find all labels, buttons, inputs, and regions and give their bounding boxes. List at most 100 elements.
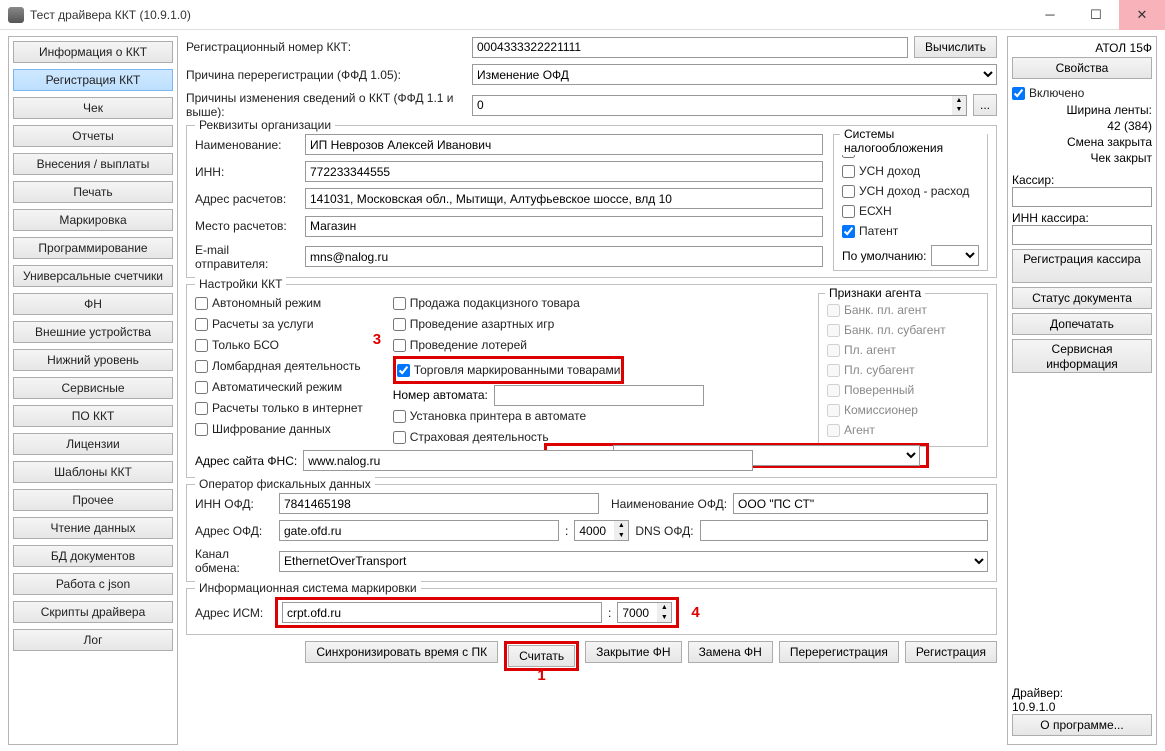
nav-item-0[interactable]: Информация о ККТ — [13, 41, 173, 63]
nav-item-5[interactable]: Печать — [13, 181, 173, 203]
ofd-port-spinner[interactable]: ▲▼ — [614, 520, 629, 541]
kkt-b-3[interactable]: Торговля маркированными товарами — [397, 360, 621, 380]
kkt-a-3[interactable]: Ломбардная деятельность — [195, 356, 363, 376]
nav-item-4[interactable]: Внесения / выплаты — [13, 153, 173, 175]
tax-option-4[interactable]: Патент — [842, 221, 979, 241]
reg-num-input[interactable] — [472, 37, 908, 58]
kkt-a-6[interactable]: Шифрование данных — [195, 419, 363, 439]
nav-item-11[interactable]: Нижний уровень — [13, 349, 173, 371]
tape-label: Ширина ленты: — [1012, 103, 1152, 117]
org-place-input[interactable] — [305, 216, 823, 237]
kkt-a-2[interactable]: Только БСО — [195, 335, 363, 355]
cashier-input[interactable] — [1012, 187, 1152, 207]
nav-item-9[interactable]: ФН — [13, 293, 173, 315]
org-inn-input[interactable] — [305, 161, 823, 182]
org-email-label: E-mail отправителя: — [195, 243, 305, 271]
read-button[interactable]: Считать — [508, 645, 575, 667]
ism-port-spinner[interactable]: ▲▼ — [657, 602, 672, 623]
kkt-b-0[interactable]: Продажа подакцизного товара — [393, 293, 704, 313]
cashier-inn-input[interactable] — [1012, 225, 1152, 245]
sync-time-button[interactable]: Синхронизировать время с ПК — [305, 641, 498, 663]
replace-fn-button[interactable]: Замена ФН — [688, 641, 773, 663]
ism-addr-input[interactable] — [282, 602, 602, 623]
tax-option-2[interactable]: УСН доход - расход — [842, 181, 979, 201]
ofd-addr-label: Адрес ОФД: — [195, 524, 273, 538]
nav-item-19[interactable]: Работа с json — [13, 573, 173, 595]
tax-option-3[interactable]: ЕСХН — [842, 201, 979, 221]
org-email-input[interactable] — [305, 246, 823, 267]
ofd-channel-select[interactable]: EthernetOverTransport — [279, 551, 988, 572]
org-inn-label: ИНН: — [195, 165, 305, 179]
automaton-number-input[interactable] — [494, 385, 704, 406]
tax-default-select[interactable] — [931, 245, 980, 266]
ofd-channel-label: Канал обмена: — [195, 547, 273, 575]
kkt-a-1[interactable]: Расчеты за услуги — [195, 314, 363, 334]
nav-item-15[interactable]: Шаблоны ККТ — [13, 461, 173, 483]
kkt-b-1[interactable]: Проведение азартных игр — [393, 314, 704, 334]
nav-item-13[interactable]: ПО ККТ — [13, 405, 173, 427]
close-fn-button[interactable]: Закрытие ФН — [585, 641, 681, 663]
nav-item-7[interactable]: Программирование — [13, 237, 173, 259]
ofd-addr-input[interactable] — [279, 520, 559, 541]
kkt-a-5[interactable]: Расчеты только в интернет — [195, 398, 363, 418]
nav-item-3[interactable]: Отчеты — [13, 125, 173, 147]
ofd-dns-input[interactable] — [700, 520, 988, 541]
nav-item-8[interactable]: Универсальные счетчики — [13, 265, 173, 287]
doc-status-button[interactable]: Статус документа — [1012, 287, 1152, 309]
reg-cashier-button[interactable]: Регистрация кассира — [1012, 249, 1152, 283]
ofd-name-label: Наименование ОФД: — [611, 497, 727, 511]
reg-button[interactable]: Регистрация — [905, 641, 997, 663]
ofd-inn-input[interactable] — [279, 493, 599, 514]
window-title: Тест драйвера ККТ (10.9.1.0) — [30, 8, 1027, 22]
app-icon — [8, 7, 24, 23]
properties-button[interactable]: Свойства — [1012, 57, 1152, 79]
rereg-button[interactable]: Перерегистрация — [779, 641, 899, 663]
fns-input[interactable] — [303, 450, 753, 471]
ism-port-input[interactable] — [617, 602, 657, 623]
agent-option-1: Банк. пл. субагент — [827, 320, 979, 340]
change-reasons-input[interactable] — [472, 95, 952, 116]
org-name-input[interactable] — [305, 134, 823, 155]
enabled-check[interactable]: Включено — [1012, 83, 1152, 103]
org-addr-input[interactable] — [305, 188, 823, 209]
minimize-button[interactable]: ─ — [1027, 0, 1073, 30]
nav-item-21[interactable]: Лог — [13, 629, 173, 651]
agent-option-4: Поверенный — [827, 380, 979, 400]
compute-button[interactable]: Вычислить — [914, 36, 997, 58]
kkt-a-0[interactable]: Автономный режим — [195, 293, 363, 313]
nav-item-20[interactable]: Скрипты драйвера — [13, 601, 173, 623]
nav-item-14[interactable]: Лицензии — [13, 433, 173, 455]
change-reasons-label: Причины изменения сведений о ККТ (ФФД 1.… — [186, 91, 466, 119]
ofd-fieldset: Оператор фискальных данных ИНН ОФД: Наим… — [186, 484, 997, 582]
nav-item-17[interactable]: Чтение данных — [13, 517, 173, 539]
reprint-button[interactable]: Допечатать — [1012, 313, 1152, 335]
service-info-button[interactable]: Сервисная информация — [1012, 339, 1152, 373]
about-button[interactable]: О программе... — [1012, 714, 1152, 736]
change-reasons-spinner[interactable]: ▲▼ — [952, 95, 967, 116]
ofd-port-input[interactable] — [574, 520, 614, 541]
kkt-b-5[interactable]: Установка принтера в автомате — [393, 406, 704, 426]
check-status: Чек закрыт — [1012, 151, 1152, 165]
maximize-button[interactable]: ☐ — [1073, 0, 1119, 30]
ism-addr-label: Адрес ИСМ: — [195, 606, 269, 620]
nav-item-6[interactable]: Маркировка — [13, 209, 173, 231]
nav-item-18[interactable]: БД документов — [13, 545, 173, 567]
nav-item-2[interactable]: Чек — [13, 97, 173, 119]
close-button[interactable]: ✕ — [1119, 0, 1165, 30]
center-panel: Регистрационный номер ККТ: Вычислить При… — [182, 30, 1003, 751]
rereg-reason-select[interactable]: Изменение ОФД — [472, 64, 997, 85]
driver-version: 10.9.1.0 — [1012, 700, 1152, 714]
annotation-4: 4 — [691, 604, 699, 621]
nav-item-1[interactable]: Регистрация ККТ — [13, 69, 173, 91]
kkt-b-2[interactable]: Проведение лотерей — [393, 335, 704, 355]
nav-item-16[interactable]: Прочее — [13, 489, 173, 511]
nav-item-12[interactable]: Сервисные — [13, 377, 173, 399]
ofd-dns-label: DNS ОФД: — [635, 524, 693, 538]
kkt-a-4[interactable]: Автоматический режим — [195, 377, 363, 397]
ofd-name-input[interactable] — [733, 493, 988, 514]
change-reasons-more[interactable]: ... — [973, 94, 997, 116]
nav-item-10[interactable]: Внешние устройства — [13, 321, 173, 343]
tax-default-label: По умолчанию: — [842, 249, 927, 263]
tax-option-1[interactable]: УСН доход — [842, 161, 979, 181]
ofd-legend: Оператор фискальных данных — [195, 477, 375, 491]
